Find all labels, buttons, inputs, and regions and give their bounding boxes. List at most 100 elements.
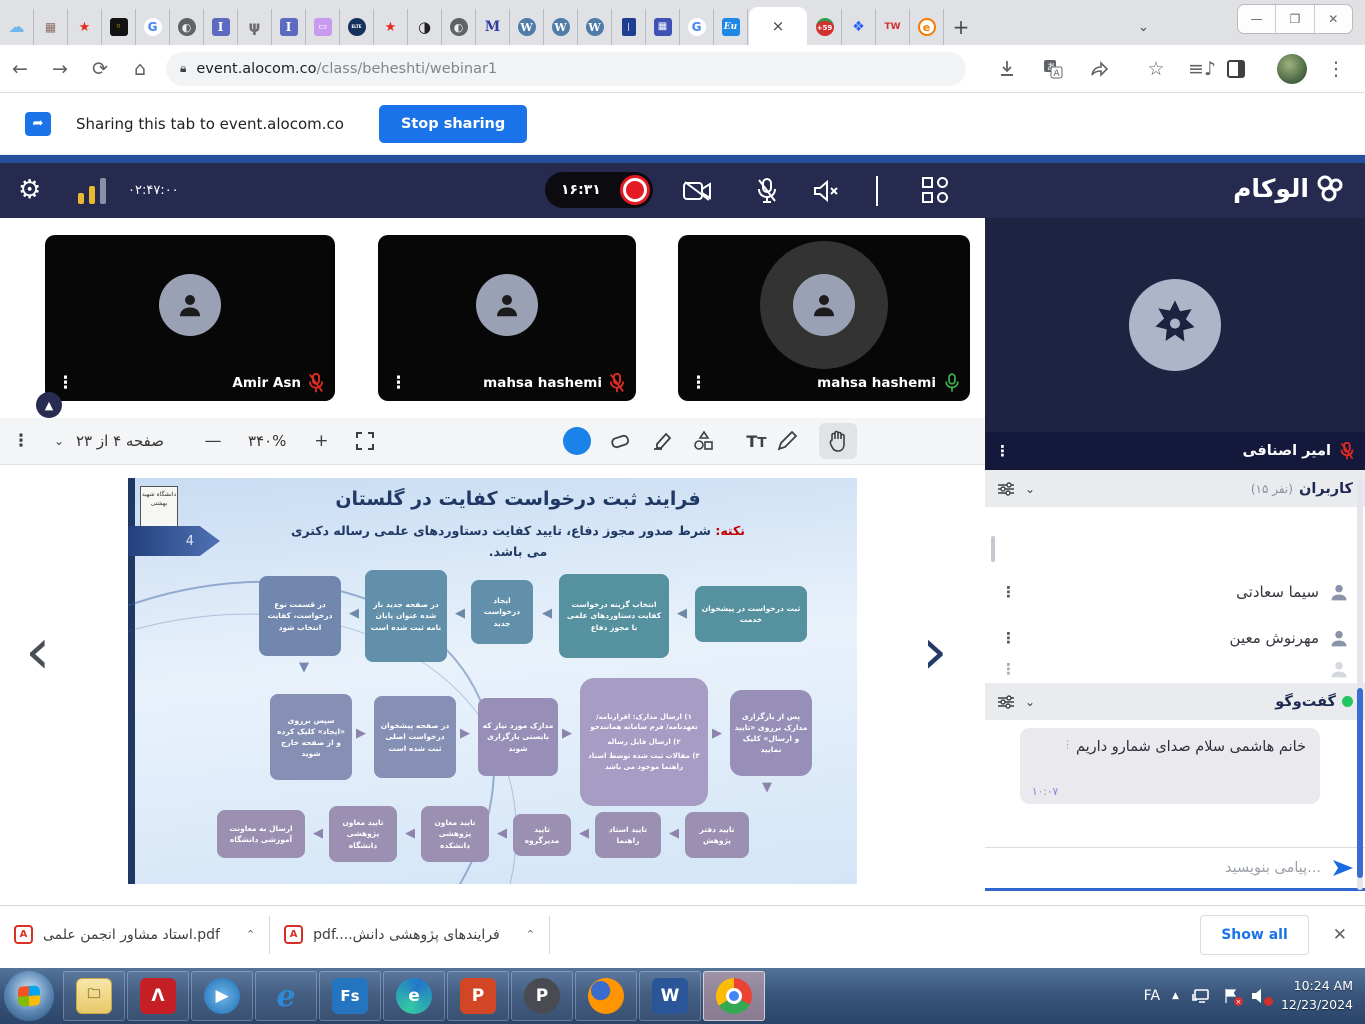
user-menu-icon[interactable]: ⋮	[1001, 629, 1016, 647]
pinned-tab[interactable]: M	[476, 9, 510, 45]
taskbar-chrome-active[interactable]	[703, 971, 765, 1021]
zoom-in-button[interactable]: +	[300, 431, 342, 451]
download-icon[interactable]	[997, 59, 1039, 79]
pinned-tab[interactable]: ▭	[306, 9, 340, 45]
chat-message-menu-icon[interactable]: ⋮	[1062, 738, 1073, 751]
next-slide-chevron-icon[interactable]: ›	[922, 620, 948, 684]
filter-icon[interactable]	[997, 482, 1015, 496]
back-button[interactable]: ←	[0, 58, 40, 80]
document-menu-icon[interactable]: ⋮	[0, 431, 42, 451]
taskbar-file-explorer[interactable]: 🗀	[63, 971, 125, 1021]
speaker-muted-icon[interactable]	[812, 177, 842, 205]
pinned-tab[interactable]: ▦	[646, 9, 680, 45]
download-item-chevron-icon[interactable]: ⌃	[246, 928, 255, 941]
eraser-icon[interactable]	[609, 432, 651, 450]
pinned-tab[interactable]: W	[544, 9, 578, 45]
pinned-tab[interactable]: Eu	[714, 9, 748, 45]
taskbar-media-player[interactable]: ▶	[191, 971, 253, 1021]
start-button[interactable]	[4, 971, 54, 1021]
chat-input-placeholder[interactable]: پیامی بنویسید...	[1225, 860, 1321, 876]
hand-tool-selected[interactable]	[819, 423, 857, 459]
profile-avatar[interactable]	[1277, 54, 1307, 84]
previous-slide-chevron-icon[interactable]: ‹	[25, 620, 51, 684]
pinned-tab[interactable]: G	[136, 9, 170, 45]
restore-button[interactable]: ❐	[1276, 5, 1314, 33]
close-button[interactable]: ✕	[1315, 5, 1352, 33]
host-menu-icon[interactable]: ⋮	[995, 442, 1010, 460]
taskbar-adobe-reader[interactable]: Λ	[127, 971, 189, 1021]
recording-indicator[interactable]: ۱۶:۳۱	[545, 172, 653, 208]
show-all-downloads-button[interactable]: Show all	[1200, 915, 1309, 955]
download-item-chevron-icon[interactable]: ⌃	[526, 928, 535, 941]
page-select-chevron-icon[interactable]: ⌄	[42, 434, 76, 448]
pinned-tab[interactable]: +59	[808, 9, 842, 45]
settings-gear-icon[interactable]: ⚙	[18, 175, 41, 205]
pinned-tab[interactable]: ★	[68, 9, 102, 45]
pinned-tab[interactable]: ☁	[0, 9, 34, 45]
pinned-tab[interactable]: e	[910, 9, 944, 45]
taskbar-word[interactable]: W	[639, 971, 701, 1021]
pinned-tab[interactable]: ◐	[170, 9, 204, 45]
text-tool-icon[interactable]: TT	[735, 432, 777, 451]
filter-icon[interactable]	[997, 695, 1015, 709]
user-row-partial[interactable]: ⋮	[985, 658, 1365, 680]
pinned-tab[interactable]: ★	[374, 9, 408, 45]
pinned-tab[interactable]: ▦	[34, 9, 68, 45]
microphone-off-icon[interactable]	[752, 177, 782, 205]
stop-sharing-button[interactable]: Stop sharing	[379, 105, 527, 143]
new-tab-button[interactable]: +	[944, 9, 978, 45]
system-clock[interactable]: 10:24 AM 12/23/2024	[1281, 977, 1353, 1015]
participant-tile[interactable]: ⋮ mahsa hashemi	[678, 235, 970, 401]
tab-close-icon[interactable]: ×	[772, 17, 785, 35]
pinned-tab[interactable]: ◦	[102, 9, 136, 45]
share-icon[interactable]	[1089, 59, 1131, 79]
chat-section-header[interactable]: گفت‌وگو ⌄	[985, 683, 1365, 720]
user-menu-icon[interactable]: ⋮	[1001, 583, 1016, 601]
playlist-extension-icon[interactable]: ≡♪	[1181, 58, 1223, 80]
pencil-icon[interactable]	[777, 431, 819, 451]
zoom-out-button[interactable]: —	[192, 431, 234, 451]
taskbar-powerpoint[interactable]: P	[447, 971, 509, 1021]
pinned-tab[interactable]: ◐	[442, 9, 476, 45]
participant-tile[interactable]: ⋮ mahsa hashemi	[378, 235, 636, 401]
pinned-tab[interactable]: W	[578, 9, 612, 45]
tile-menu-icon[interactable]: ⋮	[390, 373, 407, 393]
camera-off-icon[interactable]	[682, 177, 712, 205]
sidebar-scrollbar[interactable]	[1357, 478, 1363, 890]
pinned-tab[interactable]: ❘	[612, 9, 646, 45]
network-icon[interactable]	[1191, 988, 1211, 1004]
send-icon[interactable]	[1331, 858, 1355, 878]
taskbar-internet-explorer[interactable]: e	[255, 971, 317, 1021]
pinned-tab[interactable]: ❖	[842, 9, 876, 45]
pinned-tab[interactable]: ψ	[238, 9, 272, 45]
user-row[interactable]: مهرنوش معین ⋮	[985, 616, 1365, 660]
slide-canvas[interactable]: دانشگاه شهید بهشتی 4 فرایند ثبت درخواست …	[128, 478, 857, 884]
minimize-button[interactable]: —	[1238, 5, 1276, 33]
chat-message[interactable]: خانم هاشمی سلام صدای شمارو داریم ⋮ ۱۰:۰۷	[1020, 728, 1320, 804]
layout-grid-icon[interactable]	[922, 177, 948, 203]
tile-menu-icon[interactable]: ⋮	[690, 373, 707, 393]
users-section-header[interactable]: کاربران (۱۵ نفر) ⌄	[985, 470, 1365, 507]
taskbar-psiphon[interactable]: P	[511, 971, 573, 1021]
browser-menu-icon[interactable]: ⋮	[1315, 58, 1357, 80]
translate-icon[interactable]: あA	[1043, 59, 1085, 79]
shapes-icon[interactable]	[693, 430, 735, 452]
taskbar-firefox[interactable]	[575, 971, 637, 1021]
active-tab[interactable]: ×	[749, 7, 807, 45]
reload-button[interactable]: ⟳	[80, 58, 120, 80]
pinned-tab[interactable]: G	[680, 9, 714, 45]
participant-tile[interactable]: ⋮ Amir Asn	[45, 235, 335, 401]
users-scrollbar[interactable]	[991, 536, 995, 562]
action-center-flag-icon[interactable]: ×	[1223, 988, 1239, 1004]
taskbar-faststone[interactable]: Fs	[319, 971, 381, 1021]
volume-muted-icon[interactable]	[1251, 988, 1269, 1004]
user-menu-icon[interactable]: ⋮	[1001, 660, 1016, 678]
pinned-tab[interactable]: I	[272, 9, 306, 45]
side-panel-icon[interactable]	[1227, 60, 1269, 78]
language-indicator[interactable]: FA	[1144, 988, 1160, 1004]
pinned-tab[interactable]: ELTE	[340, 9, 374, 45]
sidebar-scrollbar-thumb[interactable]	[1357, 688, 1363, 878]
pinned-tab[interactable]: W	[510, 9, 544, 45]
user-row[interactable]: سیما سعادتی ⋮	[985, 570, 1365, 614]
forward-button[interactable]: →	[40, 58, 80, 80]
